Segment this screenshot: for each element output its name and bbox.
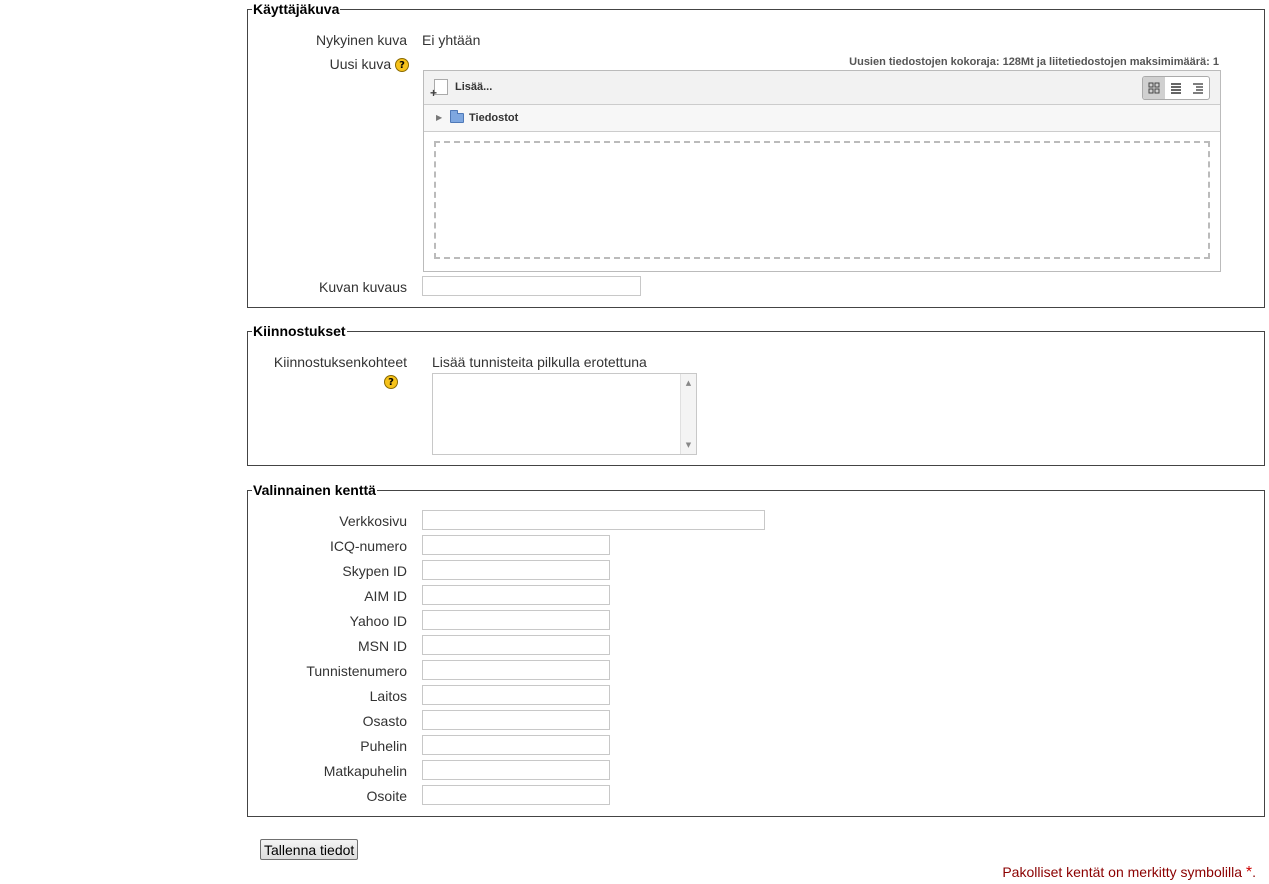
view-switcher	[1142, 76, 1210, 100]
scroll-down-icon[interactable]: ▼	[681, 438, 696, 452]
folder-label[interactable]: Tiedostot	[469, 112, 518, 124]
help-icon[interactable]: ?	[395, 58, 409, 73]
add-file-label: Lisää...	[455, 80, 493, 93]
picture-description-input[interactable]	[422, 276, 641, 296]
phone-label: Puhelin	[360, 738, 407, 754]
grid-icon	[1148, 82, 1160, 94]
icq-label: ICQ-numero	[329, 538, 407, 554]
msn-label: MSN ID	[358, 638, 407, 654]
add-file-icon	[430, 79, 448, 99]
interests-hint: Lisää tunnisteita pilkulla erotettuna	[432, 354, 647, 370]
save-profile-button[interactable]: Tallenna tiedot	[260, 839, 359, 860]
tree-view-button[interactable]	[1187, 77, 1209, 99]
list-icon	[1171, 83, 1181, 94]
add-file-button[interactable]: Lisää...	[430, 79, 493, 99]
optional-fields-legend: Valinnainen kenttä	[252, 482, 377, 498]
idnumber-input[interactable]	[422, 660, 610, 680]
interests-fieldset: Kiinnostukset Kiinnostuksenkohteet ? Lis…	[247, 323, 1265, 466]
list-view-button[interactable]	[1165, 77, 1187, 99]
scroll-up-icon[interactable]: ▲	[681, 376, 696, 390]
department-label: Osasto	[362, 713, 407, 729]
expand-arrow-icon[interactable]: ▶	[436, 113, 442, 122]
required-fields-note: Pakolliset kentät on merkitty symbolilla…	[1002, 864, 1256, 882]
msn-input[interactable]	[422, 635, 610, 655]
picture-description-label: Kuvan kuvaus	[319, 279, 407, 295]
file-drop-zone[interactable]	[434, 141, 1210, 259]
interests-legend: Kiinnostukset	[252, 323, 347, 339]
department-input[interactable]	[422, 710, 610, 730]
interests-textarea[interactable]: ▲ ▼	[432, 373, 697, 455]
help-icon[interactable]: ?	[384, 375, 398, 389]
optional-fields-fieldset: Valinnainen kenttä Verkkosivu ICQ-numero…	[247, 482, 1265, 817]
aim-input[interactable]	[422, 585, 610, 605]
current-picture-label: Nykyinen kuva	[315, 32, 407, 48]
user-picture-fieldset: Käyttäjäkuva Nykyinen kuva Ei yhtään Uus…	[247, 1, 1265, 308]
icq-input[interactable]	[422, 535, 610, 555]
website-label: Verkkosivu	[339, 513, 407, 529]
textarea-scrollbar[interactable]: ▲ ▼	[680, 374, 696, 454]
yahoo-label: Yahoo ID	[349, 613, 407, 629]
website-input[interactable]	[422, 510, 765, 530]
icons-view-button[interactable]	[1143, 77, 1165, 99]
institution-input[interactable]	[422, 685, 610, 705]
user-picture-legend: Käyttäjäkuva	[252, 1, 341, 17]
required-note-end: .	[1252, 864, 1256, 880]
phone-input[interactable]	[422, 735, 610, 755]
address-input[interactable]	[422, 785, 610, 805]
current-picture-value: Ei yhtään	[422, 32, 481, 48]
skype-input[interactable]	[422, 560, 610, 580]
aim-label: AIM ID	[364, 588, 407, 604]
yahoo-input[interactable]	[422, 610, 610, 630]
new-picture-label-wrap: Uusi kuva ?	[329, 56, 409, 73]
new-picture-label: Uusi kuva	[329, 56, 392, 72]
address-label: Osoite	[366, 788, 407, 804]
file-limits-text: Uusien tiedostojen kokoraja: 128Mt ja li…	[849, 56, 1219, 68]
idnumber-label: Tunnistenumero	[306, 663, 407, 679]
file-manager-path: ▶ Tiedostot	[424, 105, 1220, 132]
file-manager-toolbar: Lisää...	[424, 71, 1220, 105]
file-manager: Lisää...	[423, 70, 1221, 272]
folder-icon	[450, 110, 464, 123]
mobile-phone-label: Matkapuhelin	[323, 763, 407, 779]
interests-label: Kiinnostuksenkohteet	[273, 354, 407, 370]
skype-label: Skypen ID	[342, 563, 407, 579]
mobile-phone-input[interactable]	[422, 760, 610, 780]
institution-label: Laitos	[369, 688, 407, 704]
required-note-text: Pakolliset kentät on merkitty symbolilla	[1002, 864, 1242, 880]
tree-icon	[1193, 83, 1203, 94]
